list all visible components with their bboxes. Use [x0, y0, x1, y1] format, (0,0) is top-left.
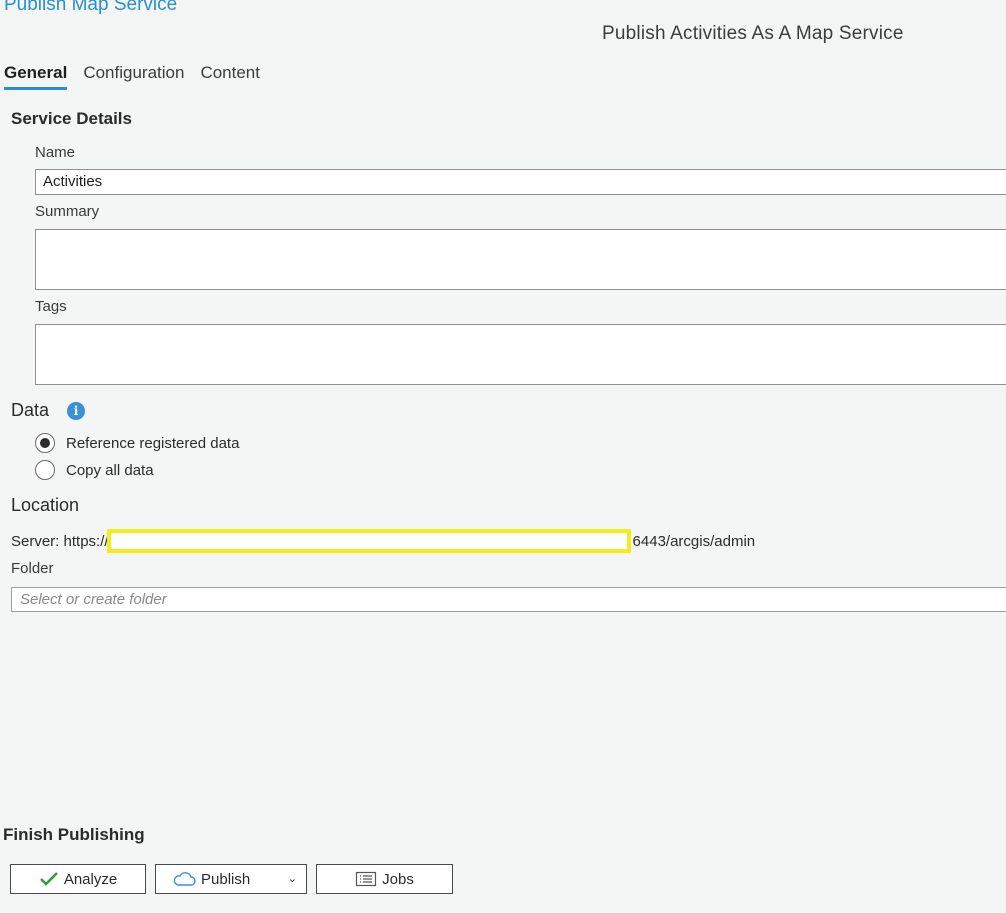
publish-label: Publish	[201, 870, 251, 888]
service-details-heading: Service Details	[11, 109, 132, 128]
analyze-label: Analyze	[63, 870, 118, 888]
analyze-button[interactable]: Analyze	[10, 864, 146, 894]
tags-label: Tags	[35, 298, 67, 315]
tab-bar: General Configuration Content	[4, 63, 276, 90]
list-icon	[355, 871, 377, 887]
folder-combobox[interactable]: Select or create folder	[11, 587, 1006, 612]
data-heading: Data	[11, 400, 50, 420]
tab-configuration[interactable]: Configuration	[83, 63, 184, 90]
cloud-icon	[172, 871, 196, 887]
radio-button-selected[interactable]	[35, 433, 55, 453]
name-label: Name	[35, 144, 76, 161]
checkmark-icon	[39, 871, 59, 887]
radio-reference-registered-data[interactable]: Reference registered data	[35, 433, 239, 453]
summary-label: Summary	[35, 203, 100, 220]
redacted-hostname	[106, 529, 631, 553]
finish-publishing-heading: Finish Publishing	[3, 825, 145, 844]
radio-copy-all-data[interactable]: Copy all data	[35, 460, 154, 480]
server-url: Server: https:// 6443/arcgis/admin	[11, 529, 755, 553]
tab-content[interactable]: Content	[200, 63, 260, 90]
server-suffix: 6443/arcgis/admin	[632, 532, 756, 550]
radio-label: Reference registered data	[66, 434, 240, 452]
location-heading: Location	[11, 495, 80, 515]
name-input[interactable]: Activities	[35, 169, 1006, 195]
pane-title: Publish Map Service	[4, 0, 178, 15]
folder-label: Folder	[11, 560, 54, 577]
chevron-down-icon[interactable]: ⌄	[288, 872, 297, 885]
jobs-label: Jobs	[382, 870, 414, 888]
radio-label: Copy all data	[66, 461, 154, 479]
publish-button[interactable]: Publish ⌄	[155, 864, 307, 894]
server-prefix: Server: https://	[11, 532, 109, 550]
summary-textarea[interactable]	[35, 229, 1006, 290]
jobs-button[interactable]: Jobs	[316, 864, 453, 894]
tab-general[interactable]: General	[4, 63, 68, 90]
radio-button[interactable]	[35, 460, 55, 480]
info-icon[interactable]: i	[67, 402, 85, 420]
tags-textarea[interactable]	[35, 324, 1006, 385]
publish-map-service-pane: Publish Map Service Publish Activities A…	[0, 0, 1006, 913]
pane-subtitle: Publish Activities As A Map Service	[602, 23, 904, 44]
